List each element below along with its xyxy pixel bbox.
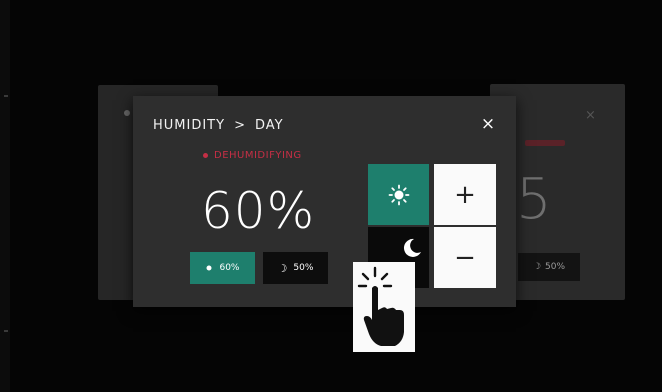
breadcrumb-separator: >	[234, 118, 246, 133]
humidity-dialog: HUMIDITY > DAY × DEHUMIDIFYING 60% 60% ☽…	[133, 96, 516, 307]
day-mode-button[interactable]	[368, 164, 429, 225]
alert-dot-icon	[203, 153, 208, 158]
background-reading: 5	[516, 167, 552, 232]
night-setpoint-button[interactable]: ☽ 50%	[263, 252, 328, 284]
breadcrumb-mode: DAY	[254, 118, 284, 133]
moon-icon	[403, 238, 421, 257]
decrease-button[interactable]: −	[434, 227, 496, 288]
sun-icon	[388, 184, 409, 205]
breadcrumb-section: HUMIDITY	[153, 118, 226, 133]
edge-marker	[4, 330, 8, 332]
moon-icon: ☽	[277, 261, 288, 275]
breadcrumb: HUMIDITY > DAY	[153, 118, 284, 133]
close-button[interactable]: ×	[478, 114, 498, 134]
pointer-hand-icon	[357, 266, 404, 346]
status-alert: DEHUMIDIFYING	[203, 150, 302, 161]
minus-icon: −	[454, 242, 476, 273]
humidity-reading: 60%	[201, 182, 316, 240]
moon-icon: ☽	[532, 262, 542, 272]
background-close-icon: ×	[585, 108, 596, 123]
plus-icon: +	[454, 179, 476, 210]
increase-button[interactable]: +	[434, 164, 496, 225]
screen-edge	[0, 0, 10, 392]
alert-text: DEHUMIDIFYING	[214, 150, 302, 161]
background-alert-bar	[525, 140, 565, 146]
edge-marker	[4, 95, 8, 97]
tap-gesture-overlay	[353, 262, 415, 352]
day-setpoint-value: 60%	[219, 263, 240, 273]
close-icon: ×	[480, 114, 496, 134]
day-setpoint-button[interactable]: 60%	[190, 252, 255, 284]
background-night-value: 50%	[545, 262, 566, 272]
sun-icon	[206, 265, 212, 271]
background-night-toggle[interactable]: ☽ 50%	[518, 253, 580, 281]
background-card-indicator	[124, 110, 130, 116]
night-setpoint-value: 50%	[293, 263, 314, 273]
